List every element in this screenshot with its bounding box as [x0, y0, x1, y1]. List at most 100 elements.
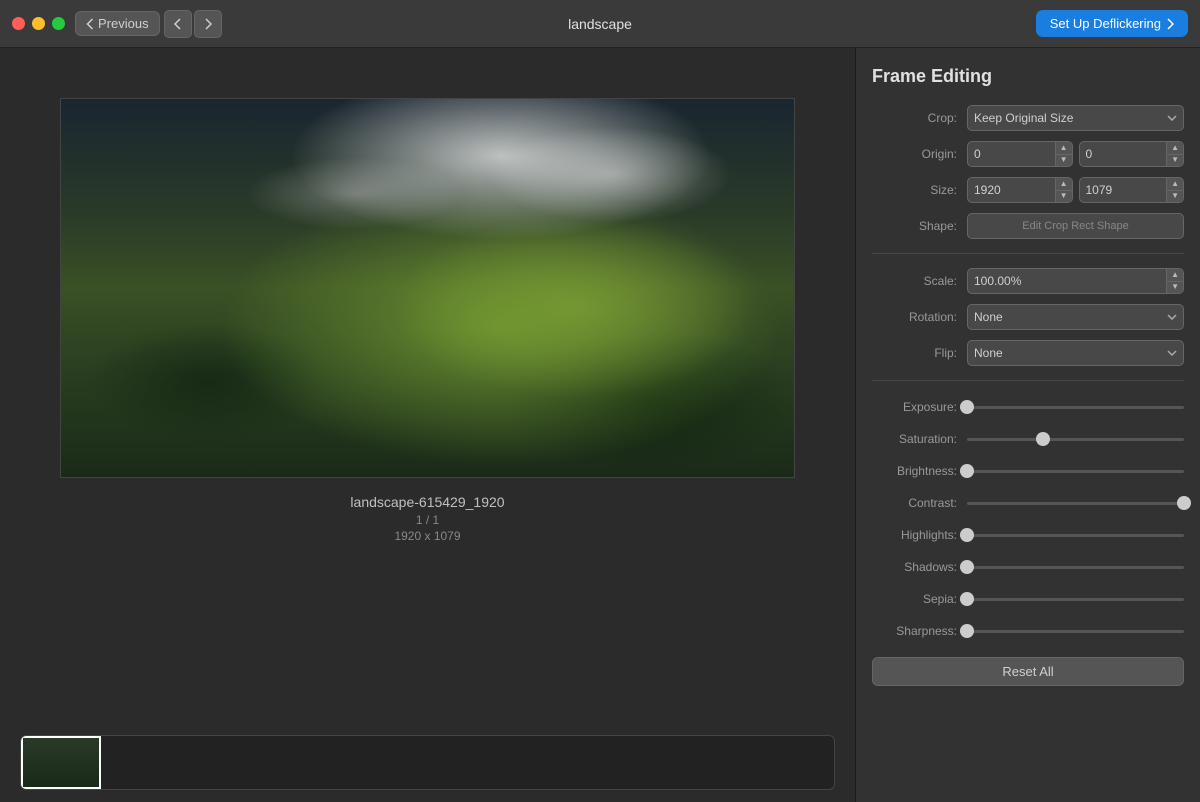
- scale-row: Scale: ▲ ▼: [872, 268, 1184, 294]
- rotation-select[interactable]: None: [967, 304, 1184, 330]
- slider-track-3[interactable]: [967, 502, 1184, 505]
- slider-row-6: Sepia:: [872, 587, 1184, 611]
- size-w-input[interactable]: [968, 183, 1055, 197]
- titlebar-title: landscape: [568, 16, 632, 32]
- origin-x-box[interactable]: ▲ ▼: [967, 141, 1073, 167]
- image-dimensions: 1920 x 1079: [350, 529, 504, 543]
- origin-y-up[interactable]: ▲: [1167, 142, 1183, 155]
- scale-box[interactable]: ▲ ▼: [967, 268, 1184, 294]
- size-h-input[interactable]: [1080, 183, 1167, 197]
- rotation-value: None: [974, 310, 1003, 324]
- image-counter: 1 / 1: [350, 513, 504, 527]
- slider-track-5[interactable]: [967, 566, 1184, 569]
- nav-back-button[interactable]: [164, 10, 192, 38]
- slider-label-1: Saturation:: [872, 432, 957, 446]
- slider-track-6[interactable]: [967, 598, 1184, 601]
- size-h-box[interactable]: ▲ ▼: [1079, 177, 1185, 203]
- size-h-down[interactable]: ▼: [1167, 191, 1183, 203]
- nav-arrows: [164, 10, 222, 38]
- origin-x-up[interactable]: ▲: [1056, 142, 1072, 155]
- slider-label-7: Sharpness:: [872, 624, 957, 638]
- size-label: Size:: [872, 183, 957, 197]
- origin-y-down[interactable]: ▼: [1167, 155, 1183, 167]
- slider-row-3: Contrast:: [872, 491, 1184, 515]
- scale-input[interactable]: [968, 274, 1166, 288]
- size-row: Size: ▲ ▼ ▲ ▼: [872, 177, 1184, 203]
- slider-label-2: Brightness:: [872, 464, 957, 478]
- slider-row-5: Shadows:: [872, 555, 1184, 579]
- deflicker-label: Set Up Deflickering: [1050, 16, 1161, 31]
- rotation-label: Rotation:: [872, 310, 957, 324]
- crop-label: Crop:: [872, 111, 957, 125]
- origin-inputs: ▲ ▼ ▲ ▼: [967, 141, 1184, 167]
- slider-thumb-7[interactable]: [960, 624, 974, 638]
- slider-thumb-0[interactable]: [960, 400, 974, 414]
- fullscreen-button[interactable]: [52, 17, 65, 30]
- flip-row: Flip: None: [872, 340, 1184, 366]
- slider-row-2: Brightness:: [872, 459, 1184, 483]
- slider-label-4: Highlights:: [872, 528, 957, 542]
- slider-thumb-3[interactable]: [1177, 496, 1191, 510]
- origin-y-input[interactable]: [1080, 147, 1167, 161]
- scale-down[interactable]: ▼: [1167, 282, 1183, 294]
- titlebar: Previous landscape Set Up Deflickering: [0, 0, 1200, 48]
- crop-value: Keep Original Size: [974, 111, 1073, 125]
- arrow-left-icon: [174, 18, 182, 30]
- previous-label: Previous: [98, 16, 149, 31]
- slider-label-0: Exposure:: [872, 400, 957, 414]
- rotation-row: Rotation: None: [872, 304, 1184, 330]
- slider-row-4: Highlights:: [872, 523, 1184, 547]
- slider-label-3: Contrast:: [872, 496, 957, 510]
- filmstrip-thumb[interactable]: [21, 736, 101, 789]
- flip-value: None: [974, 346, 1003, 360]
- reset-all-button[interactable]: Reset All: [872, 657, 1184, 686]
- minimize-button[interactable]: [32, 17, 45, 30]
- chevron-right-icon: [1166, 18, 1174, 30]
- slider-track-4[interactable]: [967, 534, 1184, 537]
- scale-stepper: ▲ ▼: [1166, 269, 1183, 293]
- slider-track-0[interactable]: [967, 406, 1184, 409]
- close-button[interactable]: [12, 17, 25, 30]
- image-filename: landscape-615429_1920: [350, 494, 504, 510]
- main-layout: landscape-615429_1920 1 / 1 1920 x 1079 …: [0, 48, 1200, 802]
- origin-x-down[interactable]: ▼: [1056, 155, 1072, 167]
- traffic-lights: [12, 17, 65, 30]
- shape-row: Shape: Edit Crop Rect Shape: [872, 213, 1184, 239]
- slider-label-6: Sepia:: [872, 592, 957, 606]
- size-h-up[interactable]: ▲: [1167, 178, 1183, 191]
- origin-x-input[interactable]: [968, 147, 1055, 161]
- crop-select[interactable]: Keep Original Size: [967, 105, 1184, 131]
- chevron-down-icon: [1167, 314, 1177, 320]
- shape-button[interactable]: Edit Crop Rect Shape: [967, 213, 1184, 239]
- landscape-image: [61, 99, 794, 477]
- origin-row: Origin: ▲ ▼ ▲ ▼: [872, 141, 1184, 167]
- size-w-down[interactable]: ▼: [1056, 191, 1072, 203]
- deflicker-button[interactable]: Set Up Deflickering: [1036, 10, 1188, 37]
- size-w-up[interactable]: ▲: [1056, 178, 1072, 191]
- slider-thumb-1[interactable]: [1036, 432, 1050, 446]
- slider-track-1[interactable]: [967, 438, 1184, 441]
- slider-track-2[interactable]: [967, 470, 1184, 473]
- chevron-down-icon: [1167, 350, 1177, 356]
- divider-1: [872, 253, 1184, 254]
- origin-x-stepper: ▲ ▼: [1055, 142, 1072, 166]
- slider-thumb-5[interactable]: [960, 560, 974, 574]
- slider-label-5: Shadows:: [872, 560, 957, 574]
- slider-thumb-2[interactable]: [960, 464, 974, 478]
- slider-track-7[interactable]: [967, 630, 1184, 633]
- slider-row-1: Saturation:: [872, 427, 1184, 451]
- flip-select[interactable]: None: [967, 340, 1184, 366]
- origin-y-box[interactable]: ▲ ▼: [1079, 141, 1185, 167]
- slider-thumb-4[interactable]: [960, 528, 974, 542]
- slider-thumb-6[interactable]: [960, 592, 974, 606]
- slider-row-7: Sharpness:: [872, 619, 1184, 643]
- filmstrip[interactable]: [20, 735, 835, 790]
- nav-forward-button[interactable]: [194, 10, 222, 38]
- size-w-box[interactable]: ▲ ▼: [967, 177, 1073, 203]
- right-panel: Frame Editing Crop: Keep Original Size O…: [855, 48, 1200, 802]
- slider-row-0: Exposure:: [872, 395, 1184, 419]
- previous-button[interactable]: Previous: [75, 11, 160, 36]
- arrow-right-icon: [204, 18, 212, 30]
- image-info: landscape-615429_1920 1 / 1 1920 x 1079: [350, 494, 504, 543]
- scale-up[interactable]: ▲: [1167, 269, 1183, 282]
